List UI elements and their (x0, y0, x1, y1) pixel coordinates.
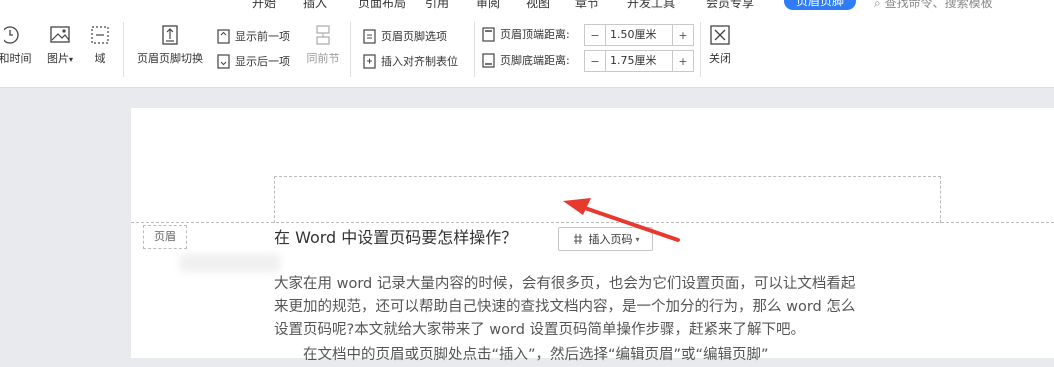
same-as-previous-label: 同前节 (306, 52, 340, 65)
page-number-icon (574, 234, 583, 244)
paragraph-line: 在文档中的页眉或页脚处点击“插入”，然后选择“编辑页眉”或“编辑页脚” (274, 347, 769, 363)
clock-icon (4, 26, 19, 44)
blurred-region (180, 254, 280, 272)
picture-label: 图片 (46, 52, 69, 65)
header-distance-icon (482, 26, 495, 42)
paragraph-line: 来更加的规范，还可以帮助自己快速的查找文档内容，是一个加分的行为，那么 word… (274, 299, 856, 315)
search-icon: ⌕ (874, 0, 881, 10)
footer-bottom-distance-value[interactable]: 1.75厘米 (605, 51, 673, 71)
command-search[interactable]: ⌕ 查找命令、搜索模板 (874, 0, 993, 11)
footer-bottom-label-text: 页脚底端距离: (500, 54, 570, 67)
insert-tab-stop-label: 插入对齐制表位 (381, 55, 458, 68)
header-tag: 页眉 (143, 225, 187, 249)
increase-button[interactable]: + (673, 55, 693, 68)
header-footer-switch-button[interactable]: 页眉页脚切换 (132, 24, 208, 66)
field-button[interactable]: 域 (88, 24, 112, 66)
ribbon-tab-bar: 开始 插入 页面布局 引用 审阅 视图 章节 开发工具 会员专享 页眉页脚 ⌕ … (0, 0, 1054, 12)
picture-icon (50, 26, 70, 43)
switch-header-footer-icon (162, 25, 178, 45)
tab-review[interactable]: 审阅 (476, 0, 500, 11)
header-top-label-text: 页眉顶端距离: (500, 28, 570, 41)
tab-section[interactable]: 章节 (575, 0, 599, 11)
increase-button[interactable]: + (673, 29, 693, 42)
document-title: 在 Word 中设置页码要怎样操作？ (274, 228, 518, 247)
header-top-distance-value[interactable]: 1.50厘米 (605, 25, 673, 45)
options-label: 页眉页脚选项 (381, 30, 447, 43)
dropdown-arrow-icon: ▾ (635, 234, 640, 244)
header-top-distance-label: 页眉顶端距离: (481, 26, 570, 42)
search-placeholder: 查找命令、搜索模板 (884, 0, 993, 10)
decrease-button[interactable]: − (585, 55, 605, 68)
tab-header-footer[interactable]: 页眉页脚 (784, 0, 857, 10)
close-label: 关闭 (709, 52, 731, 65)
insert-page-number-button[interactable]: 插入页码 ▾ (558, 227, 653, 251)
show-previous-icon (217, 28, 230, 44)
same-as-previous-button[interactable]: 同前节 (304, 24, 342, 66)
tab-stop-icon (363, 53, 376, 69)
switch-label: 页眉页脚切换 (137, 52, 203, 65)
paragraph-line: 设置页码呢?本文就给大家带来了 word 设置页码简单操作步骤，赶紧来了解下吧。 (274, 322, 806, 338)
tab-view[interactable]: 视图 (526, 0, 550, 11)
show-previous-button[interactable]: 显示前一项 (216, 28, 290, 44)
tab-references[interactable]: 引用 (425, 0, 449, 11)
show-next-button[interactable]: 显示后一项 (216, 53, 290, 69)
date-time-label: 和时间 (0, 52, 32, 65)
picture-button[interactable]: 图片▾ (42, 24, 78, 66)
insert-tab-stop-button[interactable]: 插入对齐制表位 (362, 53, 458, 69)
date-time-button[interactable]: 和时间 (0, 24, 34, 66)
insert-page-number-label: 插入页码 (588, 233, 633, 246)
footer-bottom-distance-stepper[interactable]: − 1.75厘米 + (584, 50, 694, 72)
tab-home[interactable]: 开始 (252, 0, 276, 11)
show-previous-label: 显示前一项 (235, 30, 290, 43)
toolbar-divider (350, 22, 351, 77)
header-footer-toolbar: 和时间 图片▾ 域 页眉页脚切换 显示前一项 显示后一项 同前节 页眉页脚选项 … (0, 12, 1054, 88)
toolbar-divider (123, 22, 124, 77)
link-previous-icon (316, 25, 330, 45)
decrease-button[interactable]: − (585, 29, 605, 42)
tab-developer[interactable]: 开发工具 (627, 0, 675, 11)
dropdown-arrow-icon: ▾ (68, 55, 73, 64)
header-top-distance-stepper[interactable]: − 1.50厘米 + (584, 24, 694, 46)
paragraph-line: 大家在用 word 记录大量内容的时候，会有很多页，也会为它们设置页面，可以让文… (274, 276, 856, 292)
field-label: 域 (94, 52, 106, 65)
tab-member[interactable]: 会员专享 (706, 0, 754, 11)
header-edit-region[interactable] (274, 176, 941, 223)
header-boundary-line (131, 222, 1054, 223)
show-next-icon (217, 53, 230, 69)
toolbar-divider (474, 22, 475, 77)
tab-insert[interactable]: 插入 (303, 0, 327, 11)
footer-distance-icon (482, 52, 495, 68)
options-icon (363, 28, 376, 44)
header-footer-options-button[interactable]: 页眉页脚选项 (362, 28, 447, 44)
close-icon (710, 25, 730, 45)
tab-layout[interactable]: 页面布局 (358, 0, 406, 11)
toolbar-divider (700, 22, 701, 77)
field-icon (91, 26, 109, 44)
footer-bottom-distance-label: 页脚底端距离: (481, 52, 570, 68)
close-header-footer-button[interactable]: 关闭 (706, 24, 734, 66)
show-next-label: 显示后一项 (235, 55, 290, 68)
